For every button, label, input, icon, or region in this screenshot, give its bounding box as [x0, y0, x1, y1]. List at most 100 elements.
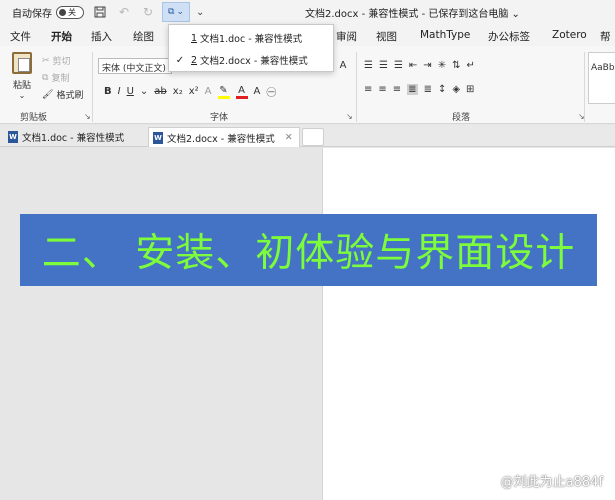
tab-zotero[interactable]: Zotero: [552, 29, 587, 41]
sort-icon[interactable]: ⇅: [452, 60, 460, 71]
clear-format-icon[interactable]: A: [336, 60, 350, 71]
copy-label: 复制: [51, 74, 70, 84]
clipboard-group-label: 剪贴板: [20, 113, 48, 123]
close-icon[interactable]: ✕: [285, 132, 293, 143]
group-divider: [356, 52, 357, 122]
window-label: 文档2.docx - 兼容性模式: [200, 56, 308, 67]
show-marks-icon[interactable]: ↵: [466, 60, 474, 71]
tab-review[interactable]: 审阅: [336, 29, 357, 44]
document-tab-2[interactable]: W 文档2.docx - 兼容性模式 ✕: [148, 127, 300, 147]
tab-office-tab[interactable]: 办公标签: [488, 29, 530, 44]
tab-view[interactable]: 视图: [376, 29, 397, 44]
paste-label: 粘贴: [12, 81, 31, 91]
scissors-icon: ✂: [42, 55, 50, 66]
title-bar: 自动保存 关 ↶ ↻ ⧉ ⌄ ⌄ 文档2.docx - 兼容性模式 - 已保存到…: [0, 0, 615, 24]
highlighter-icon: ✎: [219, 84, 228, 96]
check-icon: ✓: [175, 54, 185, 66]
bold-button[interactable]: B: [104, 86, 112, 97]
document-tab-1[interactable]: W 文档1.doc - 兼容性模式: [4, 127, 146, 147]
tab-draw[interactable]: 绘图: [133, 29, 154, 44]
paste-icon: [12, 52, 32, 74]
tab-label: 文档2.docx - 兼容性模式: [167, 133, 275, 145]
copy-icon: ⧉: [42, 72, 49, 83]
highlight-color-bar: [217, 95, 230, 99]
font-format-row: B I U ⌄ ab x₂ x² A ✎ A A ㊀: [104, 84, 276, 100]
character-shading-icon[interactable]: A: [254, 86, 261, 97]
paste-button[interactable]: 粘贴 ⌄: [8, 52, 36, 100]
tab-help[interactable]: 帮: [600, 29, 611, 44]
align-row: ≡ ≡ ≡ ≣ ≣ ↕ ◈ ⊞: [364, 84, 474, 95]
document-page[interactable]: [322, 148, 615, 500]
autosave-state: 关: [68, 7, 76, 17]
copy-button[interactable]: ⧉ 复制: [42, 71, 70, 85]
numbering-icon[interactable]: ☰: [379, 60, 388, 71]
underline-button[interactable]: U: [127, 86, 134, 97]
window-number: 1: [191, 32, 198, 44]
cut-button[interactable]: ✂ 剪切: [42, 54, 71, 68]
align-right-icon[interactable]: ≡: [393, 84, 401, 95]
tab-home[interactable]: 开始: [51, 29, 72, 49]
font-color-button[interactable]: A: [235, 84, 248, 99]
chevron-down-icon: ⌄: [176, 7, 184, 17]
bullets-icon[interactable]: ☰: [364, 60, 373, 71]
autosave[interactable]: 自动保存 关: [12, 5, 84, 20]
chinese-layout-icon[interactable]: ✳: [438, 60, 446, 71]
style-preview: AaBb: [591, 63, 615, 73]
group-divider: [92, 52, 93, 122]
styles-gallery[interactable]: AaBb: [588, 52, 615, 104]
italic-button[interactable]: I: [118, 86, 121, 97]
line-spacing-icon[interactable]: ↕: [438, 84, 446, 95]
paragraph-group-label: 段落: [452, 113, 471, 123]
borders-icon[interactable]: ⊞: [466, 84, 474, 95]
highlight-button[interactable]: ✎: [217, 84, 230, 99]
tab-mathtype[interactable]: MathType: [420, 29, 470, 41]
font-group-label: 字体: [210, 113, 229, 123]
font-name-box[interactable]: 宋体 (中文正文): [98, 58, 172, 74]
tab-file[interactable]: 文件: [10, 29, 31, 44]
increase-indent-icon[interactable]: ⇥: [423, 60, 431, 71]
switch-windows-menu: 1 文档1.doc - 兼容性模式 ✓ 2 文档2.docx - 兼容性模式: [168, 24, 334, 72]
align-left-icon[interactable]: ≡: [364, 84, 372, 95]
window-item-2[interactable]: ✓ 2 文档2.docx - 兼容性模式: [169, 49, 333, 71]
redo-icon[interactable]: ↻: [140, 4, 156, 20]
enclosed-character-icon[interactable]: ㊀: [266, 84, 276, 99]
document-workspace: [0, 148, 615, 500]
font-launcher-icon[interactable]: ↘: [346, 112, 353, 121]
distributed-icon[interactable]: ≣: [424, 84, 432, 95]
new-tab-button[interactable]: [302, 128, 324, 146]
justify-icon[interactable]: ≣: [407, 84, 418, 95]
multilevel-list-icon[interactable]: ☰: [394, 60, 403, 71]
paintbrush-icon: 🖌: [42, 89, 54, 100]
save-icon[interactable]: [92, 4, 108, 20]
clipboard-launcher-icon[interactable]: ↘: [84, 112, 91, 121]
document-title[interactable]: 文档2.docx - 兼容性模式 - 已保存到这台电脑 ⌄: [305, 5, 520, 20]
toggle-knob: [59, 8, 66, 16]
shading-icon[interactable]: ◈: [452, 84, 460, 95]
superscript-button[interactable]: x²: [189, 86, 199, 97]
document-tab-strip: W 文档1.doc - 兼容性模式 W 文档2.docx - 兼容性模式 ✕: [0, 125, 615, 147]
subscript-button[interactable]: x₂: [173, 86, 183, 97]
list-row: ☰ ☰ ☰ ⇤ ⇥ ✳ ⇅ ↵: [364, 60, 475, 71]
autosave-label: 自动保存: [12, 8, 52, 20]
decrease-indent-icon[interactable]: ⇤: [409, 60, 417, 71]
word-doc-icon: W: [153, 131, 163, 144]
cut-label: 剪切: [52, 57, 71, 67]
format-painter-button[interactable]: 🖌 格式刷: [42, 88, 83, 102]
banner-text: 二、 安装、初体验与界面设计: [41, 231, 576, 276]
font-color-letter: A: [238, 84, 245, 96]
chevron-down-icon[interactable]: ⌄: [140, 86, 148, 97]
switch-windows-button[interactable]: ⧉ ⌄: [162, 2, 190, 22]
text-effect-button[interactable]: A: [205, 86, 212, 97]
customize-toolbar-icon[interactable]: ⌄: [196, 7, 204, 18]
switch-windows-icon: ⧉: [168, 7, 175, 17]
group-divider: [584, 52, 585, 122]
autosave-toggle[interactable]: 关: [56, 5, 84, 19]
chevron-down-icon: ⌄: [18, 91, 26, 100]
window-item-1[interactable]: 1 文档1.doc - 兼容性模式: [169, 27, 333, 49]
word-doc-icon: W: [8, 131, 18, 143]
font-color-bar: [235, 95, 248, 99]
align-center-icon[interactable]: ≡: [378, 84, 386, 95]
undo-icon[interactable]: ↶: [116, 4, 132, 20]
strikethrough-button[interactable]: ab: [154, 86, 166, 97]
tab-insert[interactable]: 插入: [91, 29, 112, 44]
